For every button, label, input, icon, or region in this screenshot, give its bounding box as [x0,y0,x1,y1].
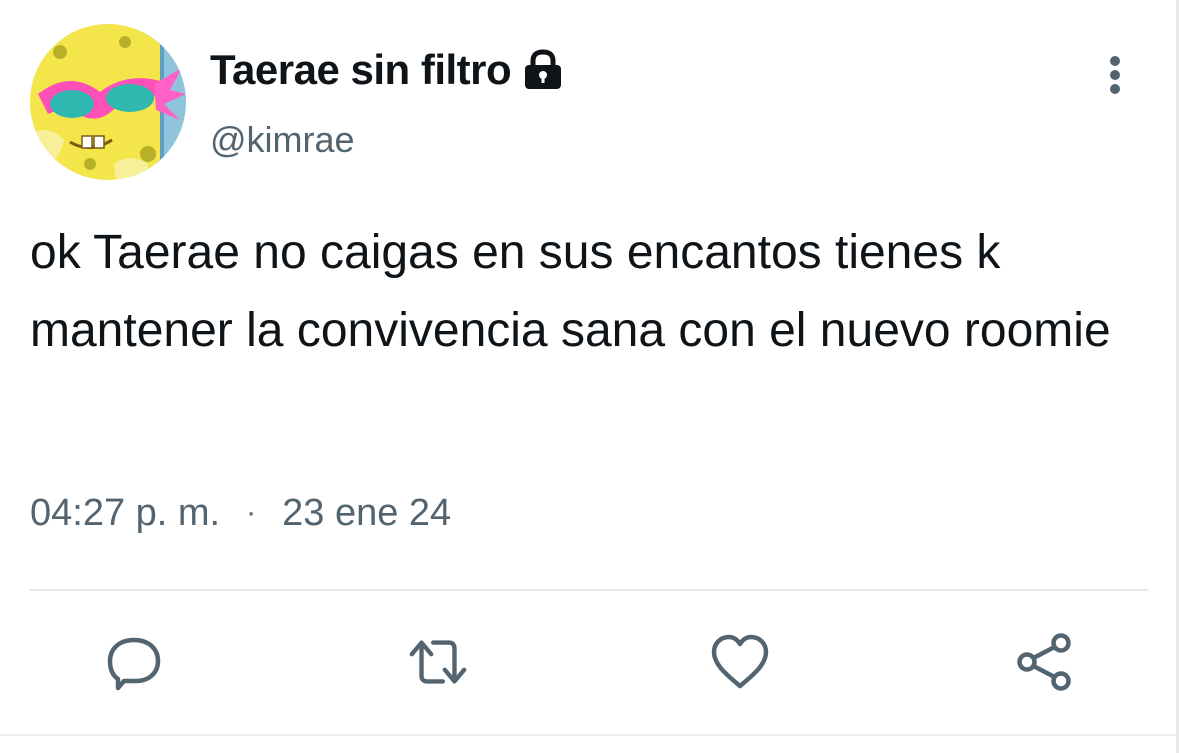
tweet-text: ok Taerae no caigas en sus encantos tien… [30,226,1111,357]
bottom-divider [0,734,1179,736]
share-icon [1017,633,1071,691]
reply-button[interactable] [102,630,166,694]
lock-icon [521,48,565,92]
more-dot-icon [1110,70,1120,80]
more-dot-icon [1110,84,1120,94]
meta-separator: · [246,496,257,529]
user-name-row: Taerae sin filtro [210,44,565,96]
avatar[interactable] [30,24,186,180]
tweet-date[interactable]: 23 ene 24 [282,490,451,536]
more-options-button[interactable] [1096,52,1134,98]
retweet-button[interactable] [406,630,470,694]
display-name[interactable]: Taerae sin filtro [210,44,512,96]
heart-icon [711,634,769,689]
reply-icon [107,637,161,691]
tweet-card: Taerae sin filtro @kimrae ok Taerae no c… [0,0,1179,753]
like-button[interactable] [708,630,772,694]
retweet-icon [409,640,467,684]
more-dot-icon [1110,56,1120,66]
share-button[interactable] [1012,630,1076,694]
divider [30,589,1148,591]
tweet-meta: 04:27 p. m. · 23 ene 24 [30,490,451,536]
user-handle[interactable]: @kimrae [210,118,355,162]
tweet-time[interactable]: 04:27 p. m. [30,490,220,536]
avatar-image [30,24,186,180]
